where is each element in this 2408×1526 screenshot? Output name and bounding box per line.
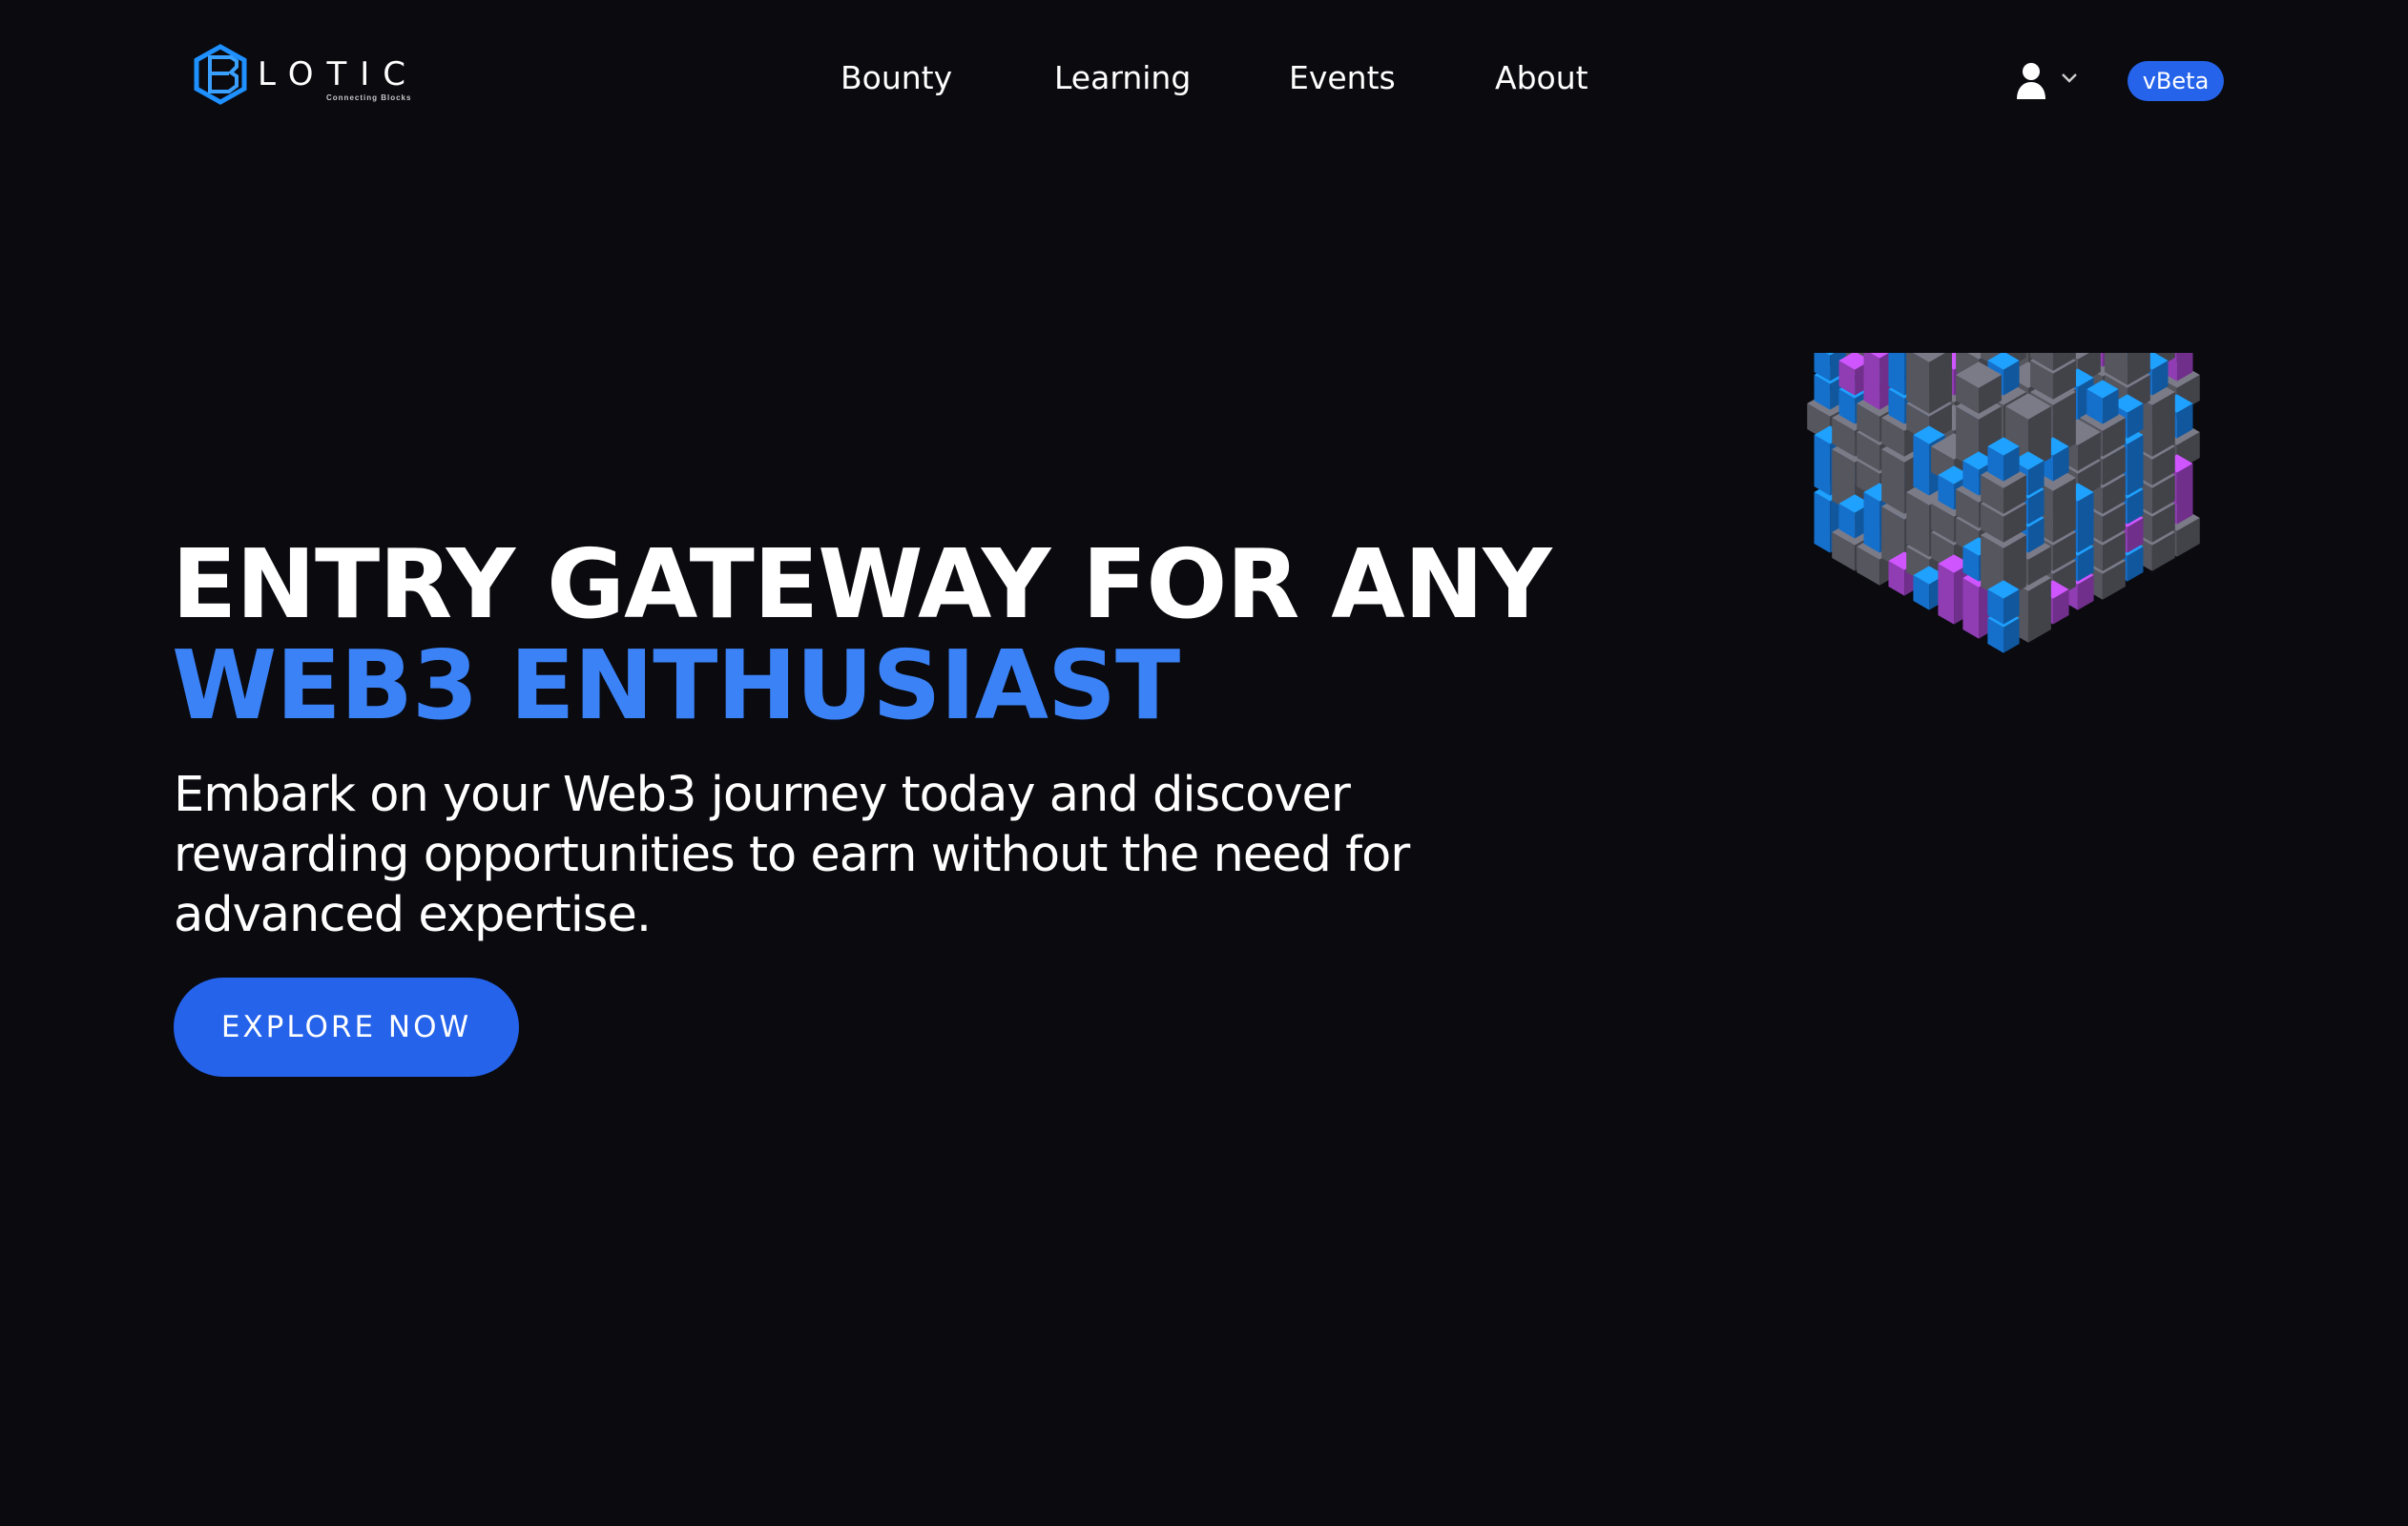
navbar: LOTIC Connecting Blocks Bounty Learning … (0, 0, 2408, 162)
user-menu-button[interactable] (2015, 59, 2091, 101)
voxel-block (1987, 437, 2020, 482)
user-icon (2015, 61, 2047, 99)
hero-title-line1: ENTRY GATEWAY FOR ANY (172, 528, 1552, 640)
hero-title-line2: WEB3 ENTHUSIAST (172, 629, 1180, 741)
chevron-down-icon (2061, 72, 2078, 89)
landing-page: LOTIC Connecting Blocks Bounty Learning … (0, 0, 2408, 1526)
nav-link-bounty[interactable]: Bounty (841, 59, 952, 96)
isometric-block-cube-illustration (1807, 353, 2200, 653)
voxel-block (1987, 580, 2020, 625)
version-badge: vBeta (2128, 61, 2224, 101)
explore-now-button[interactable]: EXPLORE NOW (174, 978, 519, 1077)
hero-subtitle: Embark on your Web3 journey today and di… (174, 767, 1410, 943)
nav-link-events[interactable]: Events (1289, 59, 1396, 96)
nav-link-learning[interactable]: Learning (1054, 59, 1191, 96)
hero-title: ENTRY GATEWAY FOR ANY WEB3 ENTHUSIAST (172, 528, 1552, 741)
voxel-block (2086, 380, 2119, 424)
nav-link-about[interactable]: About (1495, 59, 1588, 96)
